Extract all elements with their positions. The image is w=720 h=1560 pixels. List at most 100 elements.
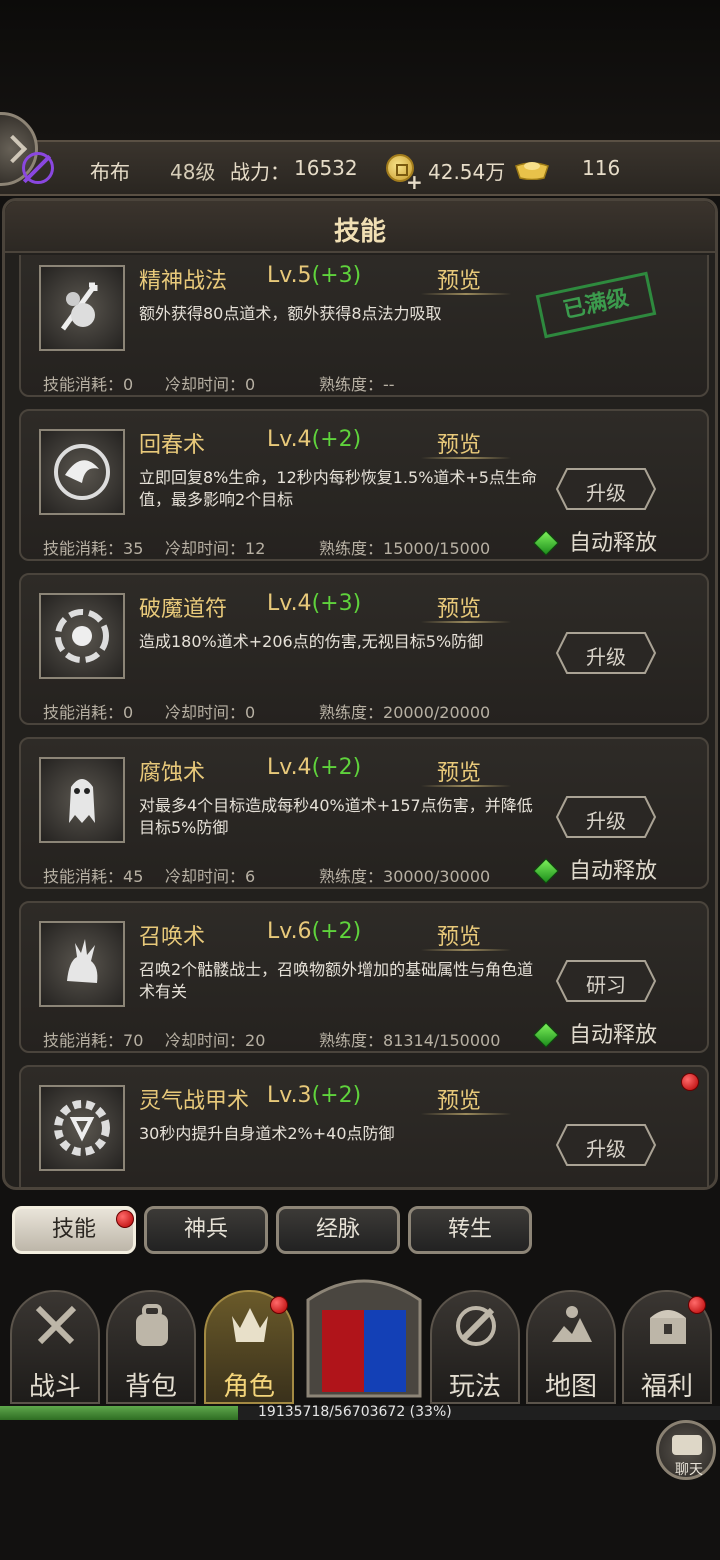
upgrade-button[interactable]: 升级 xyxy=(555,631,657,675)
player-level: 48级 xyxy=(170,160,216,184)
panel-title: 技能 xyxy=(333,217,386,247)
skill-card[interactable]: 召唤术 Lv.6(+2) 预览 召唤2个骷髅战士，召唤物额外增加的基础属性与角色… xyxy=(19,901,709,1053)
skill-card[interactable]: 腐蚀术 Lv.4(+2) 预览 对最多4个目标造成每秒40%道术+157点伤害，… xyxy=(19,737,709,889)
player-status-bar: 布布 48级 战力： 16532 + 42.54万 116 xyxy=(0,140,720,196)
study-button[interactable]: 研习 xyxy=(555,959,657,1003)
notification-dot xyxy=(270,1296,288,1314)
skill-cost: 技能消耗：70 xyxy=(43,1031,144,1050)
nav-backpack[interactable]: 背包 xyxy=(106,1290,196,1404)
spirit-warfare-icon xyxy=(60,282,98,331)
skill-card[interactable]: 破魔道符 Lv.4(+3) 预览 造成180%道术+206点的伤害,无视目标5%… xyxy=(19,573,709,725)
skill-list[interactable]: 精神战法 Lv.5(+3) 预览 额外获得80点道术，额外获得8点法力吸取 已满… xyxy=(5,255,715,1187)
chat-button[interactable]: 聊天 xyxy=(656,1420,716,1480)
skill-icon-box[interactable] xyxy=(39,1085,125,1171)
skill-proficiency: 熟练度：20000/20000 xyxy=(319,703,491,722)
upgrade-button[interactable]: 升级 xyxy=(555,1123,657,1167)
skill-level: Lv.6(+2) xyxy=(267,919,362,944)
chat-bubble-icon xyxy=(672,1435,702,1455)
crown-helmet-icon xyxy=(232,1308,268,1342)
gold-ingot-icon xyxy=(515,162,549,180)
map-icon xyxy=(552,1306,592,1342)
skill-cooldown: 冷却时间：6 xyxy=(165,867,256,886)
crossed-swords-icon xyxy=(35,1305,77,1345)
skill-name: 破魔道符 xyxy=(139,597,228,622)
preview-underline xyxy=(421,949,511,951)
rejuvenation-icon xyxy=(54,444,110,500)
skill-icon-box[interactable] xyxy=(39,757,125,843)
tab-meridians[interactable]: 经脉 xyxy=(276,1206,400,1254)
skill-description: 对最多4个目标造成每秒40%道术+157点伤害，并降低目标5%防御 xyxy=(139,796,533,837)
upgrade-button[interactable]: 升级 xyxy=(555,467,657,511)
auto-cast-toggle[interactable]: 自动释放 xyxy=(533,1017,657,1049)
skill-description: 30秒内提升自身道术2%+40点防御 xyxy=(139,1124,395,1143)
skill-proficiency: 熟练度：81314/150000 xyxy=(319,1031,501,1050)
skill-name: 腐蚀术 xyxy=(139,761,206,786)
experience-text: 19135718/56703672 (33%) xyxy=(258,1404,452,1420)
skill-cooldown: 冷却时间：0 xyxy=(165,703,256,722)
top-background xyxy=(0,0,720,140)
skill-proficiency: 熟练度：-- xyxy=(319,375,395,394)
spirit-armor-icon xyxy=(54,1100,110,1156)
skill-card[interactable]: 回春术 Lv.4(+2) 预览 立即回复8%生命，12秒内每秒恢复1.5%道术+… xyxy=(19,409,709,561)
tab-divine-weapon[interactable]: 神兵 xyxy=(144,1206,268,1254)
skill-level: Lv.4(+2) xyxy=(267,427,362,452)
skill-description: 额外获得80点道术，额外获得8点法力吸取 xyxy=(139,304,442,323)
skill-name: 灵气战甲术 xyxy=(139,1089,250,1114)
skill-proficiency: 熟练度：15000/15000 xyxy=(319,539,491,558)
treasure-chest-icon xyxy=(650,1310,686,1344)
player-name: 布布 xyxy=(90,160,130,184)
skill-level: Lv.5(+3) xyxy=(267,263,362,288)
green-gem-icon xyxy=(533,858,559,884)
nav-map[interactable]: 地图 xyxy=(526,1290,616,1404)
skill-card[interactable]: 灵气战甲术 Lv.3(+2) 预览 30秒内提升自身道术2%+40点防御 升级 xyxy=(19,1065,709,1187)
notification-dot xyxy=(116,1210,134,1228)
skill-icon-box[interactable] xyxy=(39,429,125,515)
skill-level: Lv.3(+2) xyxy=(267,1083,362,1108)
preview-link[interactable]: 预览 xyxy=(437,755,481,787)
skill-card[interactable]: 精神战法 Lv.5(+3) 预览 额外获得80点道术，额外获得8点法力吸取 已满… xyxy=(19,255,709,397)
sword-slash-icon xyxy=(456,1306,496,1346)
coin-icon[interactable]: + xyxy=(386,154,423,194)
preview-underline xyxy=(421,293,511,295)
tab-rebirth[interactable]: 转生 xyxy=(408,1206,532,1254)
preview-link[interactable]: 预览 xyxy=(437,1083,481,1115)
auto-cast-toggle[interactable]: 自动释放 xyxy=(533,853,657,885)
skill-cost: 技能消耗：45 xyxy=(43,867,144,886)
skill-icon-box[interactable] xyxy=(39,593,125,679)
skill-icon-box[interactable] xyxy=(39,265,125,351)
nav-battle[interactable]: 战斗 xyxy=(10,1290,100,1404)
notification-dot xyxy=(688,1296,706,1314)
sub-tabs: 技能 神兵 经脉 转生 xyxy=(0,1206,720,1256)
preview-underline xyxy=(421,785,511,787)
panel-header: 技能 xyxy=(5,201,715,253)
skill-name: 回春术 xyxy=(139,433,206,458)
add-coin-icon[interactable]: + xyxy=(406,170,423,194)
auto-cast-toggle[interactable]: 自动释放 xyxy=(533,525,657,557)
coin-amount: 42.54万 xyxy=(428,160,506,184)
preview-link[interactable]: 预览 xyxy=(437,591,481,623)
preview-link[interactable]: 预览 xyxy=(437,427,481,459)
preview-underline xyxy=(421,621,511,623)
skill-description: 召唤2个骷髅战士，召唤物额外增加的基础属性与角色道术有关 xyxy=(139,960,534,1001)
hide-eye-icon[interactable] xyxy=(22,152,54,184)
power-value: 16532 xyxy=(294,156,358,180)
upgrade-button[interactable]: 升级 xyxy=(555,795,657,839)
skill-cost: 技能消耗：0 xyxy=(43,375,134,394)
power-label: 战力： xyxy=(230,160,290,184)
skill-cooldown: 冷却时间：0 xyxy=(165,375,256,394)
skill-icon-box[interactable] xyxy=(39,921,125,1007)
portal-gate-icon[interactable] xyxy=(298,1270,430,1398)
max-level-stamp: 已满级 xyxy=(535,271,657,339)
notification-dot xyxy=(681,1073,699,1091)
skill-level: Lv.4(+3) xyxy=(267,591,362,616)
preview-link[interactable]: 预览 xyxy=(437,919,481,951)
skill-cooldown: 冷却时间：20 xyxy=(165,1031,266,1050)
green-gem-icon xyxy=(533,1022,559,1048)
skill-proficiency: 熟练度：30000/30000 xyxy=(319,867,491,886)
corrosion-ghost-icon xyxy=(69,779,95,823)
backpack-icon xyxy=(136,1304,168,1346)
nav-gameplay[interactable]: 玩法 xyxy=(430,1290,520,1404)
preview-link[interactable]: 预览 xyxy=(437,263,481,295)
skill-description: 造成180%道术+206点的伤害,无视目标5%防御 xyxy=(139,632,484,651)
skill-description: 立即回复8%生命，12秒内每秒恢复1.5%道术+5点生命值，最多影响2个目标 xyxy=(139,468,537,509)
